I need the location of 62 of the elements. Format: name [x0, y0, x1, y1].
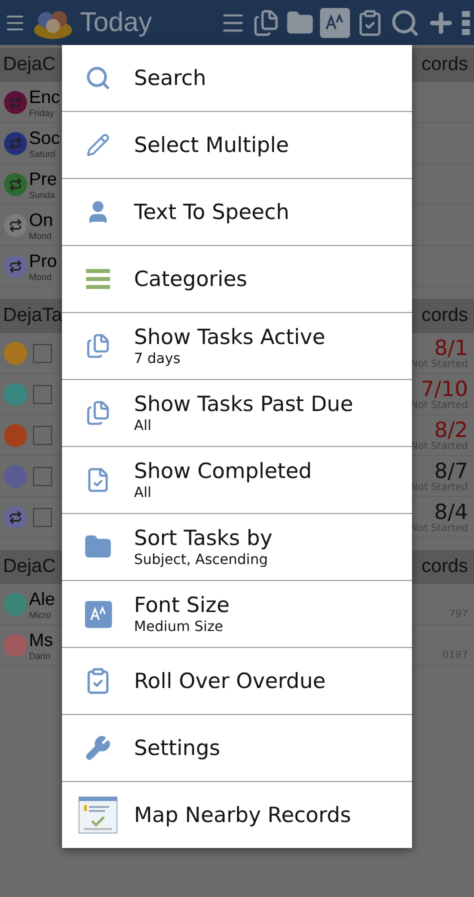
folder-button[interactable]	[286, 8, 314, 36]
menu-icon	[86, 268, 110, 290]
row-subtitle: Darin	[29, 650, 52, 660]
search-button[interactable]	[390, 8, 420, 38]
menu-item-subtitle: 7 days	[134, 350, 182, 368]
due-date: 7/10	[420, 378, 468, 400]
row-title: Soc	[29, 128, 60, 148]
row-title: Enc	[29, 86, 60, 108]
menu-item[interactable]: Select Multiple	[62, 112, 412, 179]
section-title: cords	[422, 305, 468, 327]
documents-icon	[85, 400, 111, 426]
menu-item[interactable]: Map Nearby Records	[62, 782, 412, 848]
due-date: 8/2	[434, 418, 468, 440]
row-title: Pro	[29, 250, 58, 272]
more-icon	[462, 10, 470, 34]
checkbox[interactable]	[33, 466, 52, 486]
font-size-icon	[84, 600, 112, 628]
section-title: DejaC	[3, 556, 56, 578]
section-title: cords	[422, 556, 468, 578]
search-icon	[85, 65, 111, 91]
documents-button[interactable]	[252, 8, 280, 36]
checkbox[interactable]	[33, 344, 52, 362]
menu-item-subtitle: Subject, Ascending	[134, 550, 269, 568]
row-subtitle: Sunda	[29, 190, 56, 200]
pencil-icon	[86, 133, 110, 157]
more-button[interactable]	[462, 10, 470, 34]
menu-item[interactable]: Sort Tasks by Subject, Ascending	[62, 514, 412, 581]
row-subtitle: Mond	[29, 272, 53, 282]
row-subtitle: Micro	[29, 610, 52, 620]
row-title: Ale	[29, 588, 56, 610]
menu-item[interactable]: Search	[62, 45, 412, 112]
row-title: Ms	[29, 630, 53, 650]
menu-item-subtitle: All	[134, 416, 152, 434]
checkbox[interactable]	[33, 384, 52, 404]
section-title: DejaC	[3, 54, 56, 76]
menu-item[interactable]: Show Completed All	[62, 447, 412, 514]
row-subtitle: Mond	[29, 230, 53, 240]
checkbox[interactable]	[33, 508, 52, 526]
checkbox[interactable]	[33, 426, 52, 444]
menu-item[interactable]: Roll Over Overdue	[62, 648, 412, 715]
due-date: 8/1	[434, 336, 468, 358]
row-subtitle: Friday	[29, 108, 56, 118]
menu-item-subtitle: All	[134, 484, 152, 502]
menu-item[interactable]: Show Tasks Active 7 days	[62, 313, 412, 380]
due-date: 8/4	[434, 500, 468, 522]
section-title: cords	[422, 54, 468, 76]
form-icon	[78, 796, 118, 834]
menu-item[interactable]: Text To Speech	[62, 179, 412, 246]
due-date: 8/7	[434, 460, 468, 482]
font-size-button[interactable]	[320, 8, 350, 38]
toolbar-title: Today	[80, 7, 152, 38]
menu-item[interactable]: Settings	[62, 715, 412, 782]
menu-item[interactable]: Categories	[62, 246, 412, 313]
documents-icon	[85, 333, 111, 359]
row-title: Pre	[29, 168, 58, 190]
section-title: DejaTa	[3, 305, 62, 327]
wrench-icon	[85, 735, 111, 761]
menu-item-subtitle: Medium Size	[134, 618, 224, 636]
menu-item[interactable]: Font Size Medium Size	[62, 581, 412, 648]
row-title: On	[29, 210, 54, 230]
row-subtitle: Saturd	[29, 148, 57, 158]
menu-item[interactable]: Show Tasks Past Due All	[62, 380, 412, 447]
